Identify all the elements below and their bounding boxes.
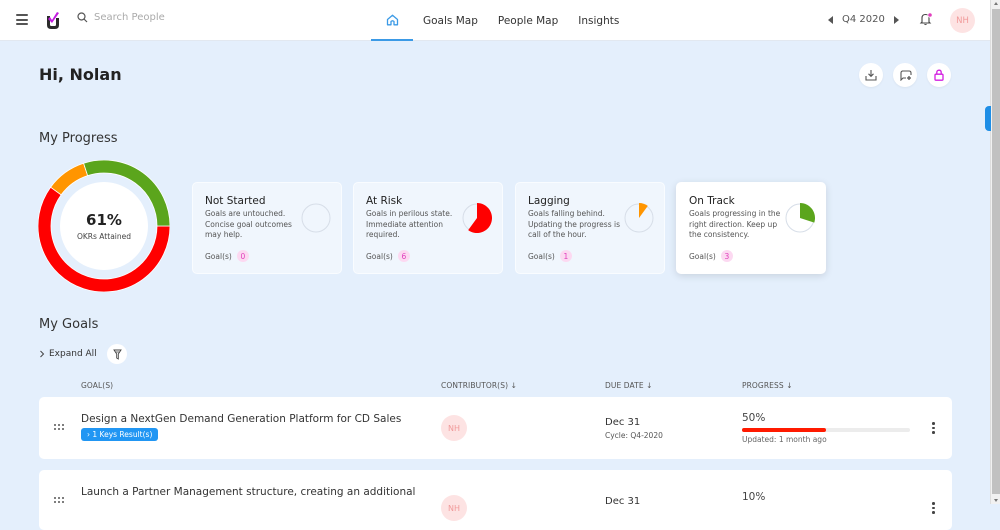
side-panel-tab[interactable] xyxy=(985,106,991,131)
key-results-label: 1 Keys Result(s) xyxy=(92,430,153,439)
okr-percent-label: OKRs Attained xyxy=(76,232,131,241)
status-card-on-track[interactable]: On Track Goals progressing in the right … xyxy=(676,182,826,274)
main-nav: Goals Map People Map Insights xyxy=(371,0,629,41)
card-pie-icon xyxy=(624,203,654,233)
download-button[interactable] xyxy=(859,63,883,87)
chat-add-icon xyxy=(899,70,912,81)
okr-percent: 61% xyxy=(86,211,122,229)
donut-center: 61% OKRs Attained xyxy=(60,182,148,270)
progress-bar-fill xyxy=(742,428,826,432)
card-description: Goals falling behind. Updating the progr… xyxy=(528,209,620,239)
feedback-button[interactable] xyxy=(893,63,917,87)
goals-label: Goal(s) xyxy=(205,251,232,261)
home-icon xyxy=(386,14,398,25)
card-description: Goals are untouched. Concise goal outcom… xyxy=(205,209,292,239)
goals-label: Goal(s) xyxy=(689,251,716,261)
drag-handle-icon[interactable] xyxy=(54,424,66,431)
goal-count-badge: 6 xyxy=(397,250,410,262)
my-progress-heading: My Progress xyxy=(39,131,118,146)
more-options-icon[interactable] xyxy=(932,422,935,434)
greeting: Hi, Nolan xyxy=(39,65,122,84)
column-header-due-date[interactable]: DUE DATE ↓ xyxy=(605,381,653,390)
menu-icon[interactable] xyxy=(16,14,28,25)
prev-cycle-icon[interactable] xyxy=(828,15,833,24)
card-description: Goals in perilous state. Immediate atten… xyxy=(366,209,453,239)
goal-cycle: Cycle: Q4-2020 xyxy=(605,431,663,440)
goal-count-badge: 0 xyxy=(236,250,249,262)
my-goals-heading: My Goals xyxy=(39,317,99,332)
due-date: Dec 31 xyxy=(605,417,641,428)
nav-people-map[interactable]: People Map xyxy=(498,15,558,27)
search-input[interactable] xyxy=(94,12,244,23)
pie-slice xyxy=(800,203,815,223)
search-icon xyxy=(77,12,88,23)
goal-title[interactable]: Launch a Partner Management structure, c… xyxy=(81,486,415,498)
cycle-label[interactable]: Q4 2020 xyxy=(842,14,885,25)
goal-row[interactable]: Design a NextGen Demand Generation Platf… xyxy=(39,397,952,459)
nav-insights[interactable]: Insights xyxy=(578,15,619,27)
nav-goals-map[interactable]: Goals Map xyxy=(423,15,478,27)
chevron-right-icon xyxy=(40,350,45,358)
contributor-avatar[interactable]: NH xyxy=(441,415,467,441)
card-pie-icon xyxy=(462,203,492,233)
pie-outline xyxy=(301,203,331,233)
expand-all-label: Expand All xyxy=(49,349,97,359)
download-icon xyxy=(865,70,877,81)
notification-bell-icon[interactable] xyxy=(919,12,933,26)
card-pie-icon xyxy=(785,203,815,233)
goals-label: Goal(s) xyxy=(366,251,393,261)
key-results-badge[interactable]: › 1 Keys Result(s) xyxy=(81,428,159,441)
app-logo[interactable] xyxy=(46,11,60,30)
goal-title[interactable]: Design a NextGen Demand Generation Platf… xyxy=(81,413,401,425)
lock-icon xyxy=(934,69,944,81)
progress-bar xyxy=(742,428,910,432)
status-card-lagging[interactable]: Lagging Goals falling behind. Updating t… xyxy=(515,182,665,274)
card-description: Goals progressing in the right direction… xyxy=(689,209,781,239)
cycle-selector: Q4 2020 xyxy=(828,14,899,25)
expand-all-button[interactable]: Expand All xyxy=(39,349,97,359)
status-card-at-risk[interactable]: At Risk Goals in perilous state. Immedia… xyxy=(353,182,503,274)
drag-handle-icon[interactable] xyxy=(54,497,66,504)
due-date: Dec 31 xyxy=(605,496,641,507)
filter-button[interactable] xyxy=(107,344,127,364)
nav-home[interactable] xyxy=(371,0,413,41)
goal-row[interactable]: Launch a Partner Management structure, c… xyxy=(39,470,952,530)
quick-actions xyxy=(859,63,951,87)
goals-label: Goal(s) xyxy=(528,251,555,261)
column-header-goals[interactable]: GOAL(S) xyxy=(81,381,113,390)
contributor-avatar[interactable]: NH xyxy=(441,495,467,521)
goal-count-badge: 3 xyxy=(720,250,733,262)
pie-slice xyxy=(639,203,648,218)
pie-slice xyxy=(468,203,492,233)
column-header-progress[interactable]: PROGRESS ↓ xyxy=(742,381,793,390)
top-bar: Goals Map People Map Insights Q4 2020 NH xyxy=(0,0,990,41)
status-card-not-started[interactable]: Not Started Goals are untouched. Concise… xyxy=(192,182,342,274)
next-cycle-icon[interactable] xyxy=(893,15,899,24)
lock-button[interactable] xyxy=(927,63,951,87)
user-avatar[interactable]: NH xyxy=(950,8,975,33)
card-pie-icon xyxy=(301,203,331,233)
column-header-contributors[interactable]: CONTRIBUTOR(S) ↓ xyxy=(441,381,517,390)
search-box[interactable] xyxy=(77,12,244,23)
goal-count-badge: 1 xyxy=(559,250,572,262)
progress-updated: Updated: 1 month ago xyxy=(742,435,827,444)
progress-percent: 10% xyxy=(742,491,766,503)
filter-icon xyxy=(112,349,122,360)
progress-percent: 50% xyxy=(742,412,766,424)
page-scrollbar[interactable] xyxy=(990,0,1000,504)
